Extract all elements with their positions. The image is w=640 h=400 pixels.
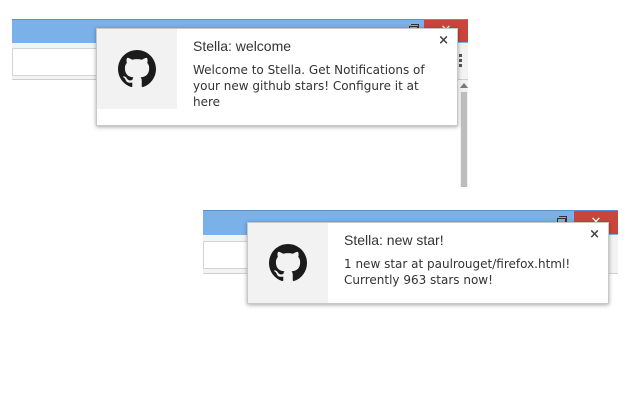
notification-new-star[interactable]: Stella: new star! 1 new star at paulroug… [247, 222, 609, 304]
scrollbar[interactable] [460, 80, 468, 187]
notification-title: Stella: new star! [344, 232, 444, 248]
scrollbar-thumb[interactable] [461, 92, 467, 187]
notification-icon-area [97, 29, 177, 109]
scroll-up-icon[interactable] [460, 83, 468, 88]
notification-title: Stella: welcome [193, 38, 292, 54]
notification-message: Welcome to Stella. Get Notifications of … [193, 63, 425, 109]
desktop: ✕ ✕ Stella: welcome Welcome to [0, 0, 640, 400]
github-octocat-icon [118, 50, 156, 88]
github-octocat-icon [269, 244, 307, 282]
notification-message: 1 new star at paulrouget/firefox.html! C… [344, 257, 571, 287]
notification-icon-area [248, 223, 328, 303]
menu-icon[interactable] [459, 54, 462, 69]
notification-close-button[interactable]: × [589, 228, 600, 242]
notification-welcome[interactable]: Stella: welcome Welcome to Stella. Get N… [96, 28, 458, 126]
notification-close-button[interactable]: × [438, 34, 449, 48]
